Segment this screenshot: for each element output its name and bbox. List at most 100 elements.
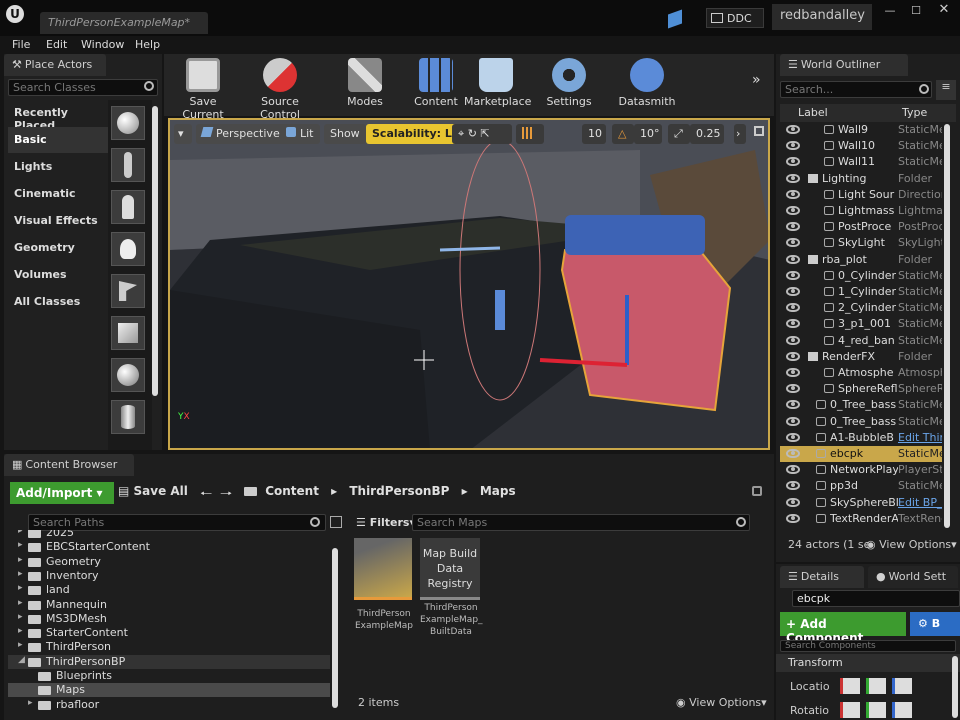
asset-tile[interactable]: Map Build Data Registry ThirdPerson Exam… bbox=[420, 538, 483, 638]
expand-arrow-icon[interactable]: ▸ bbox=[18, 530, 23, 536]
character-thumb[interactable] bbox=[111, 148, 145, 182]
visibility-eye-icon[interactable] bbox=[786, 157, 800, 167]
visibility-eye-icon[interactable] bbox=[786, 173, 800, 183]
outliner-row[interactable]: A1-BubbleB Edit Thir bbox=[780, 430, 942, 446]
content-browser-tab[interactable]: ▦ Content Browser bbox=[4, 454, 134, 476]
category-volumes[interactable]: Volumes bbox=[8, 262, 108, 288]
outliner-row-type[interactable]: Edit Thir bbox=[898, 431, 942, 444]
folder-tree-item[interactable]: ▸ EBCStarterContent bbox=[8, 540, 330, 554]
grid-snap-value[interactable]: 10 bbox=[582, 124, 606, 144]
tree-scrollbar[interactable] bbox=[332, 548, 338, 708]
point-light-thumb[interactable] bbox=[111, 232, 145, 266]
visibility-eye-icon[interactable] bbox=[786, 400, 800, 410]
place-actors-scrollbar[interactable] bbox=[152, 106, 158, 396]
sources-toggle-icon[interactable] bbox=[330, 516, 342, 528]
expand-arrow-icon[interactable]: ▸ bbox=[18, 555, 23, 565]
actor-name-field[interactable]: ebcpk bbox=[792, 590, 960, 607]
search-maps-input[interactable]: Search Maps bbox=[412, 514, 750, 531]
details-tab[interactable]: ☰ Details bbox=[780, 566, 864, 588]
outliner-row[interactable]: SphereReflSphereRe bbox=[780, 381, 942, 397]
visibility-eye-icon[interactable] bbox=[786, 449, 800, 458]
folder-tree-item[interactable]: Blueprints bbox=[8, 669, 330, 683]
visibility-eye-icon[interactable] bbox=[786, 287, 800, 296]
folder-tree-item[interactable]: ▸ MS3DMesh bbox=[8, 612, 330, 626]
viewport-maximize-icon[interactable] bbox=[754, 126, 764, 136]
expand-arrow-icon[interactable]: ▸ bbox=[18, 626, 23, 636]
outliner-row-type[interactable]: Edit BP_ bbox=[898, 496, 942, 509]
folder-tree-item[interactable]: ▸ ThirdPerson bbox=[8, 640, 330, 654]
location-z-field[interactable] bbox=[892, 678, 912, 694]
folder-tree-item[interactable]: ▸ Mannequin bbox=[8, 598, 330, 612]
category-lights[interactable]: Lights bbox=[8, 154, 108, 180]
visibility-eye-icon[interactable] bbox=[786, 351, 800, 361]
outliner-row[interactable]: TextRenderATextRend bbox=[780, 511, 942, 527]
toolbar-overflow-icon[interactable]: » bbox=[752, 72, 761, 88]
menu-file[interactable]: File bbox=[12, 38, 30, 51]
save-current-button[interactable]: Save Current bbox=[168, 56, 238, 121]
visibility-eye-icon[interactable] bbox=[786, 319, 800, 329]
visibility-eye-icon[interactable] bbox=[786, 238, 800, 248]
rotation-z-field[interactable] bbox=[892, 702, 912, 718]
angle-snap-icon[interactable]: △ bbox=[612, 124, 634, 144]
visibility-eye-icon[interactable] bbox=[786, 303, 800, 313]
outliner-row[interactable]: 3_p1_001 StaticMes bbox=[780, 316, 942, 332]
close-button[interactable]: ✕ bbox=[932, 2, 956, 17]
visibility-eye-icon[interactable] bbox=[786, 335, 800, 345]
visibility-eye-icon[interactable] bbox=[786, 416, 800, 426]
col-label[interactable]: Label bbox=[798, 106, 828, 119]
angle-snap-value[interactable]: 10° bbox=[634, 124, 662, 144]
level-tab[interactable]: ThirdPersonExampleMap* bbox=[40, 12, 208, 34]
folder-tree-item[interactable]: ▸ 2025 bbox=[8, 530, 330, 540]
ddc-button[interactable]: DDC bbox=[706, 8, 764, 28]
minimize-button[interactable]: — bbox=[878, 4, 902, 18]
outliner-row[interactable]: pp3d StaticMes bbox=[780, 478, 942, 494]
folder-tree-item[interactable]: ◢ ThirdPersonBP bbox=[8, 654, 330, 669]
add-import-button[interactable]: Add/Import ▾ bbox=[10, 482, 114, 504]
expand-arrow-icon[interactable]: ▸ bbox=[18, 540, 23, 550]
outliner-row[interactable]: SkySphereBl Edit BP_ bbox=[780, 495, 942, 511]
level-viewport[interactable]: ▾ Perspective Lit Show Scalability: Low … bbox=[168, 118, 770, 450]
outliner-row[interactable]: rba_plot Folder bbox=[780, 252, 942, 268]
outliner-row[interactable]: 0_CylinderStaticMes bbox=[780, 268, 942, 284]
outliner-row[interactable]: Atmosphe Atmosph bbox=[780, 365, 942, 381]
outliner-row[interactable]: Lighting Folder bbox=[780, 171, 942, 187]
back-arrow-icon[interactable]: 🠐 bbox=[200, 483, 212, 507]
outliner-row[interactable]: 0_Tree_bassStaticMes bbox=[780, 414, 942, 430]
folder-tree-item[interactable]: ▸ Inventory bbox=[8, 569, 330, 583]
outliner-settings-icon[interactable]: ≡ bbox=[936, 80, 956, 100]
expand-arrow-icon[interactable]: ▸ bbox=[18, 583, 23, 593]
outliner-row[interactable]: 0_Tree_bassStaticMes bbox=[780, 397, 942, 413]
visibility-eye-icon[interactable] bbox=[786, 206, 800, 215]
outliner-view-options[interactable]: ◉ View Options▾ bbox=[866, 538, 957, 551]
breadcrumb-thirdpersonbp[interactable]: ThirdPersonBP bbox=[349, 484, 449, 498]
snap-tools[interactable] bbox=[516, 124, 544, 144]
expand-arrow-icon[interactable]: ▸ bbox=[18, 598, 23, 608]
filters-button[interactable]: ☰ Filters▾ bbox=[356, 516, 415, 529]
expand-arrow-icon[interactable]: ▸ bbox=[18, 612, 23, 622]
cylinder-thumb[interactable] bbox=[111, 400, 145, 434]
category-recently-placed[interactable]: Recently Placed bbox=[8, 100, 108, 132]
folder-tree-item[interactable]: ▸ StarterContent bbox=[8, 626, 330, 640]
category-visual-effects[interactable]: Visual Effects bbox=[8, 208, 108, 234]
category-geometry[interactable]: Geometry bbox=[8, 235, 108, 261]
modes-button[interactable]: Modes bbox=[332, 56, 398, 110]
content-view-options[interactable]: ◉ View Options▾ bbox=[676, 696, 767, 709]
world-settings-tab[interactable]: ● World Sett bbox=[868, 566, 958, 588]
datasmith-button[interactable]: Datasmith bbox=[616, 56, 678, 110]
transform-tools[interactable]: ⌖ ↻ ⇱ bbox=[452, 124, 512, 144]
world-outliner-tab[interactable]: ☰ World Outliner bbox=[780, 54, 908, 76]
visibility-eye-icon[interactable] bbox=[786, 125, 800, 134]
outliner-row[interactable]: SkyLight SkyLight bbox=[780, 235, 942, 251]
save-all-button[interactable]: ▤ Save All bbox=[118, 484, 188, 498]
search-paths-input[interactable]: Search Paths bbox=[28, 514, 326, 531]
location-x-field[interactable] bbox=[840, 678, 860, 694]
visibility-eye-icon[interactable] bbox=[786, 384, 800, 394]
notification-icon[interactable] bbox=[668, 9, 682, 29]
outliner-row[interactable]: 2_CylinderStaticMes bbox=[780, 300, 942, 316]
visibility-eye-icon[interactable] bbox=[786, 513, 800, 523]
rotation-x-field[interactable] bbox=[840, 702, 860, 718]
menu-help[interactable]: Help bbox=[135, 38, 160, 51]
visibility-eye-icon[interactable] bbox=[786, 141, 800, 151]
settings-button[interactable]: Settings bbox=[536, 56, 602, 110]
empty-actor-thumb[interactable] bbox=[111, 106, 145, 140]
